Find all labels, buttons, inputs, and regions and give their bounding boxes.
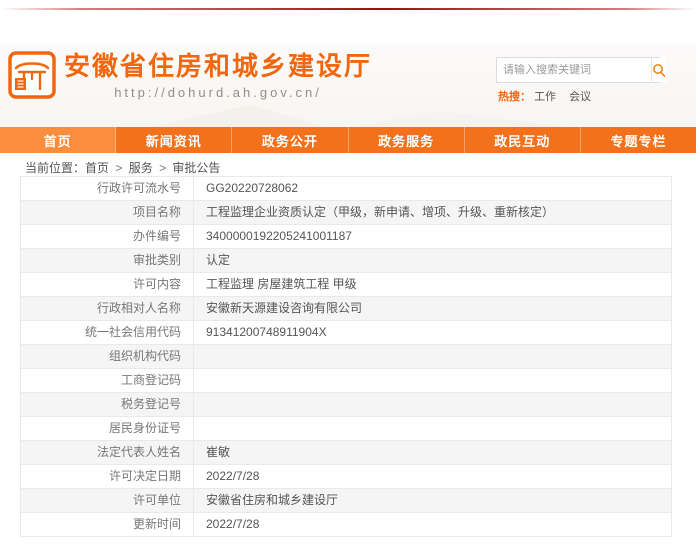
row-value: 工程监理企业资质认定（甲级，新申请、增项、升级、重新核定）	[194, 201, 672, 225]
site-logo-icon[interactable]	[8, 51, 56, 99]
nav-tab-5[interactable]: 政民互动	[465, 127, 581, 153]
row-value: 2022/7/28	[194, 513, 672, 537]
row-value: 认定	[194, 249, 672, 273]
site-url[interactable]: http://dohurd.ah.gov.cn/	[64, 85, 372, 100]
site-title[interactable]: 安徽省住房和城乡建设厅	[64, 50, 372, 82]
row-label: 居民身份证号	[21, 417, 194, 441]
row-label: 法定代表人姓名	[21, 441, 194, 465]
table-row: 审批类别认定	[21, 249, 672, 273]
row-value: 2022/7/28	[194, 465, 672, 489]
hot-keyword-2[interactable]: 会议	[569, 91, 591, 103]
permit-detail-section: 行政许可流水号GG20220728062项目名称工程监理企业资质认定（甲级，新申…	[20, 176, 672, 537]
nav-tab-3[interactable]: 政务公开	[232, 127, 348, 153]
search-icon	[652, 63, 666, 77]
row-label: 许可决定日期	[21, 465, 194, 489]
nav-tab-2[interactable]: 新闻资讯	[116, 127, 232, 153]
detail-table-body: 行政许可流水号GG20220728062项目名称工程监理企业资质认定（甲级，新申…	[21, 177, 672, 537]
nav-tab-4[interactable]: 政务服务	[349, 127, 465, 153]
breadcrumb-item-1[interactable]: 首页	[85, 161, 109, 175]
row-label: 行政相对人名称	[21, 297, 194, 321]
row-label: 组织机构代码	[21, 345, 194, 369]
breadcrumb-prefix: 当前位置：	[25, 161, 85, 175]
row-value: 安徽新天源建设咨询有限公司	[194, 297, 672, 321]
nav-tab-1[interactable]: 首页	[0, 127, 116, 153]
row-value: 安徽省住房和城乡建设厅	[194, 489, 672, 513]
row-value	[194, 369, 672, 393]
breadcrumb-separator: >	[156, 161, 170, 175]
table-row: 许可内容工程监理 房屋建筑工程 甲级	[21, 273, 672, 297]
row-label: 税务登记号	[21, 393, 194, 417]
search-input[interactable]	[497, 58, 651, 82]
row-label: 许可单位	[21, 489, 194, 513]
nav-tab-6[interactable]: 专题专栏	[581, 127, 696, 153]
row-label: 行政许可流水号	[21, 177, 194, 201]
row-label: 许可内容	[21, 273, 194, 297]
table-row: 居民身份证号	[21, 417, 672, 441]
table-row: 法定代表人姓名崔敏	[21, 441, 672, 465]
row-label: 统一社会信用代码	[21, 321, 194, 345]
main-nav: 首页新闻资讯政务公开政务服务政民互动专题专栏	[0, 127, 696, 153]
row-label: 审批类别	[21, 249, 194, 273]
search-box	[496, 57, 660, 83]
mountain-watermark	[330, 111, 600, 127]
table-row: 工商登记码	[21, 369, 672, 393]
table-row: 办件编号3400000192205241001187	[21, 225, 672, 249]
search-button[interactable]	[651, 58, 666, 82]
site-title-block: 安徽省住房和城乡建设厅 http://dohurd.ah.gov.cn/	[64, 50, 372, 100]
row-label: 更新时间	[21, 513, 194, 537]
breadcrumb: 当前位置：首页 > 服务 > 审批公告	[25, 159, 220, 176]
table-row: 组织机构代码	[21, 345, 672, 369]
top-accent-line	[0, 8, 696, 10]
breadcrumb-item-3[interactable]: 审批公告	[172, 161, 220, 175]
row-value: GG20220728062	[194, 177, 672, 201]
table-row: 更新时间2022/7/28	[21, 513, 672, 537]
mountain-watermark	[130, 105, 340, 127]
hot-keyword-1[interactable]: 工作	[534, 91, 556, 103]
hot-search-label: 热搜：	[498, 91, 531, 103]
row-label: 办件编号	[21, 225, 194, 249]
row-value	[194, 345, 672, 369]
row-value: 工程监理 房屋建筑工程 甲级	[194, 273, 672, 297]
table-row: 行政许可流水号GG20220728062	[21, 177, 672, 201]
table-row: 统一社会信用代码91341200748911904X	[21, 321, 672, 345]
row-label: 工商登记码	[21, 369, 194, 393]
table-row: 项目名称工程监理企业资质认定（甲级，新申请、增项、升级、重新核定）	[21, 201, 672, 225]
row-label: 项目名称	[21, 201, 194, 225]
table-row: 许可决定日期2022/7/28	[21, 465, 672, 489]
breadcrumb-item-2[interactable]: 服务	[129, 161, 153, 175]
row-value: 91341200748911904X	[194, 321, 672, 345]
table-row: 许可单位安徽省住房和城乡建设厅	[21, 489, 672, 513]
row-value	[194, 417, 672, 441]
table-row: 行政相对人名称安徽新天源建设咨询有限公司	[21, 297, 672, 321]
site-banner: 安徽省住房和城乡建设厅 http://dohurd.ah.gov.cn/ 热搜：…	[0, 44, 696, 127]
row-value: 崔敏	[194, 441, 672, 465]
table-row: 税务登记号	[21, 393, 672, 417]
row-value: 3400000192205241001187	[194, 225, 672, 249]
hot-search-line: 热搜： 工作 会议	[498, 88, 660, 104]
permit-detail-table: 行政许可流水号GG20220728062项目名称工程监理企业资质认定（甲级，新申…	[20, 176, 672, 537]
row-value	[194, 393, 672, 417]
page: 安徽省住房和城乡建设厅 http://dohurd.ah.gov.cn/ 热搜：…	[0, 0, 696, 559]
breadcrumb-separator: >	[112, 161, 126, 175]
